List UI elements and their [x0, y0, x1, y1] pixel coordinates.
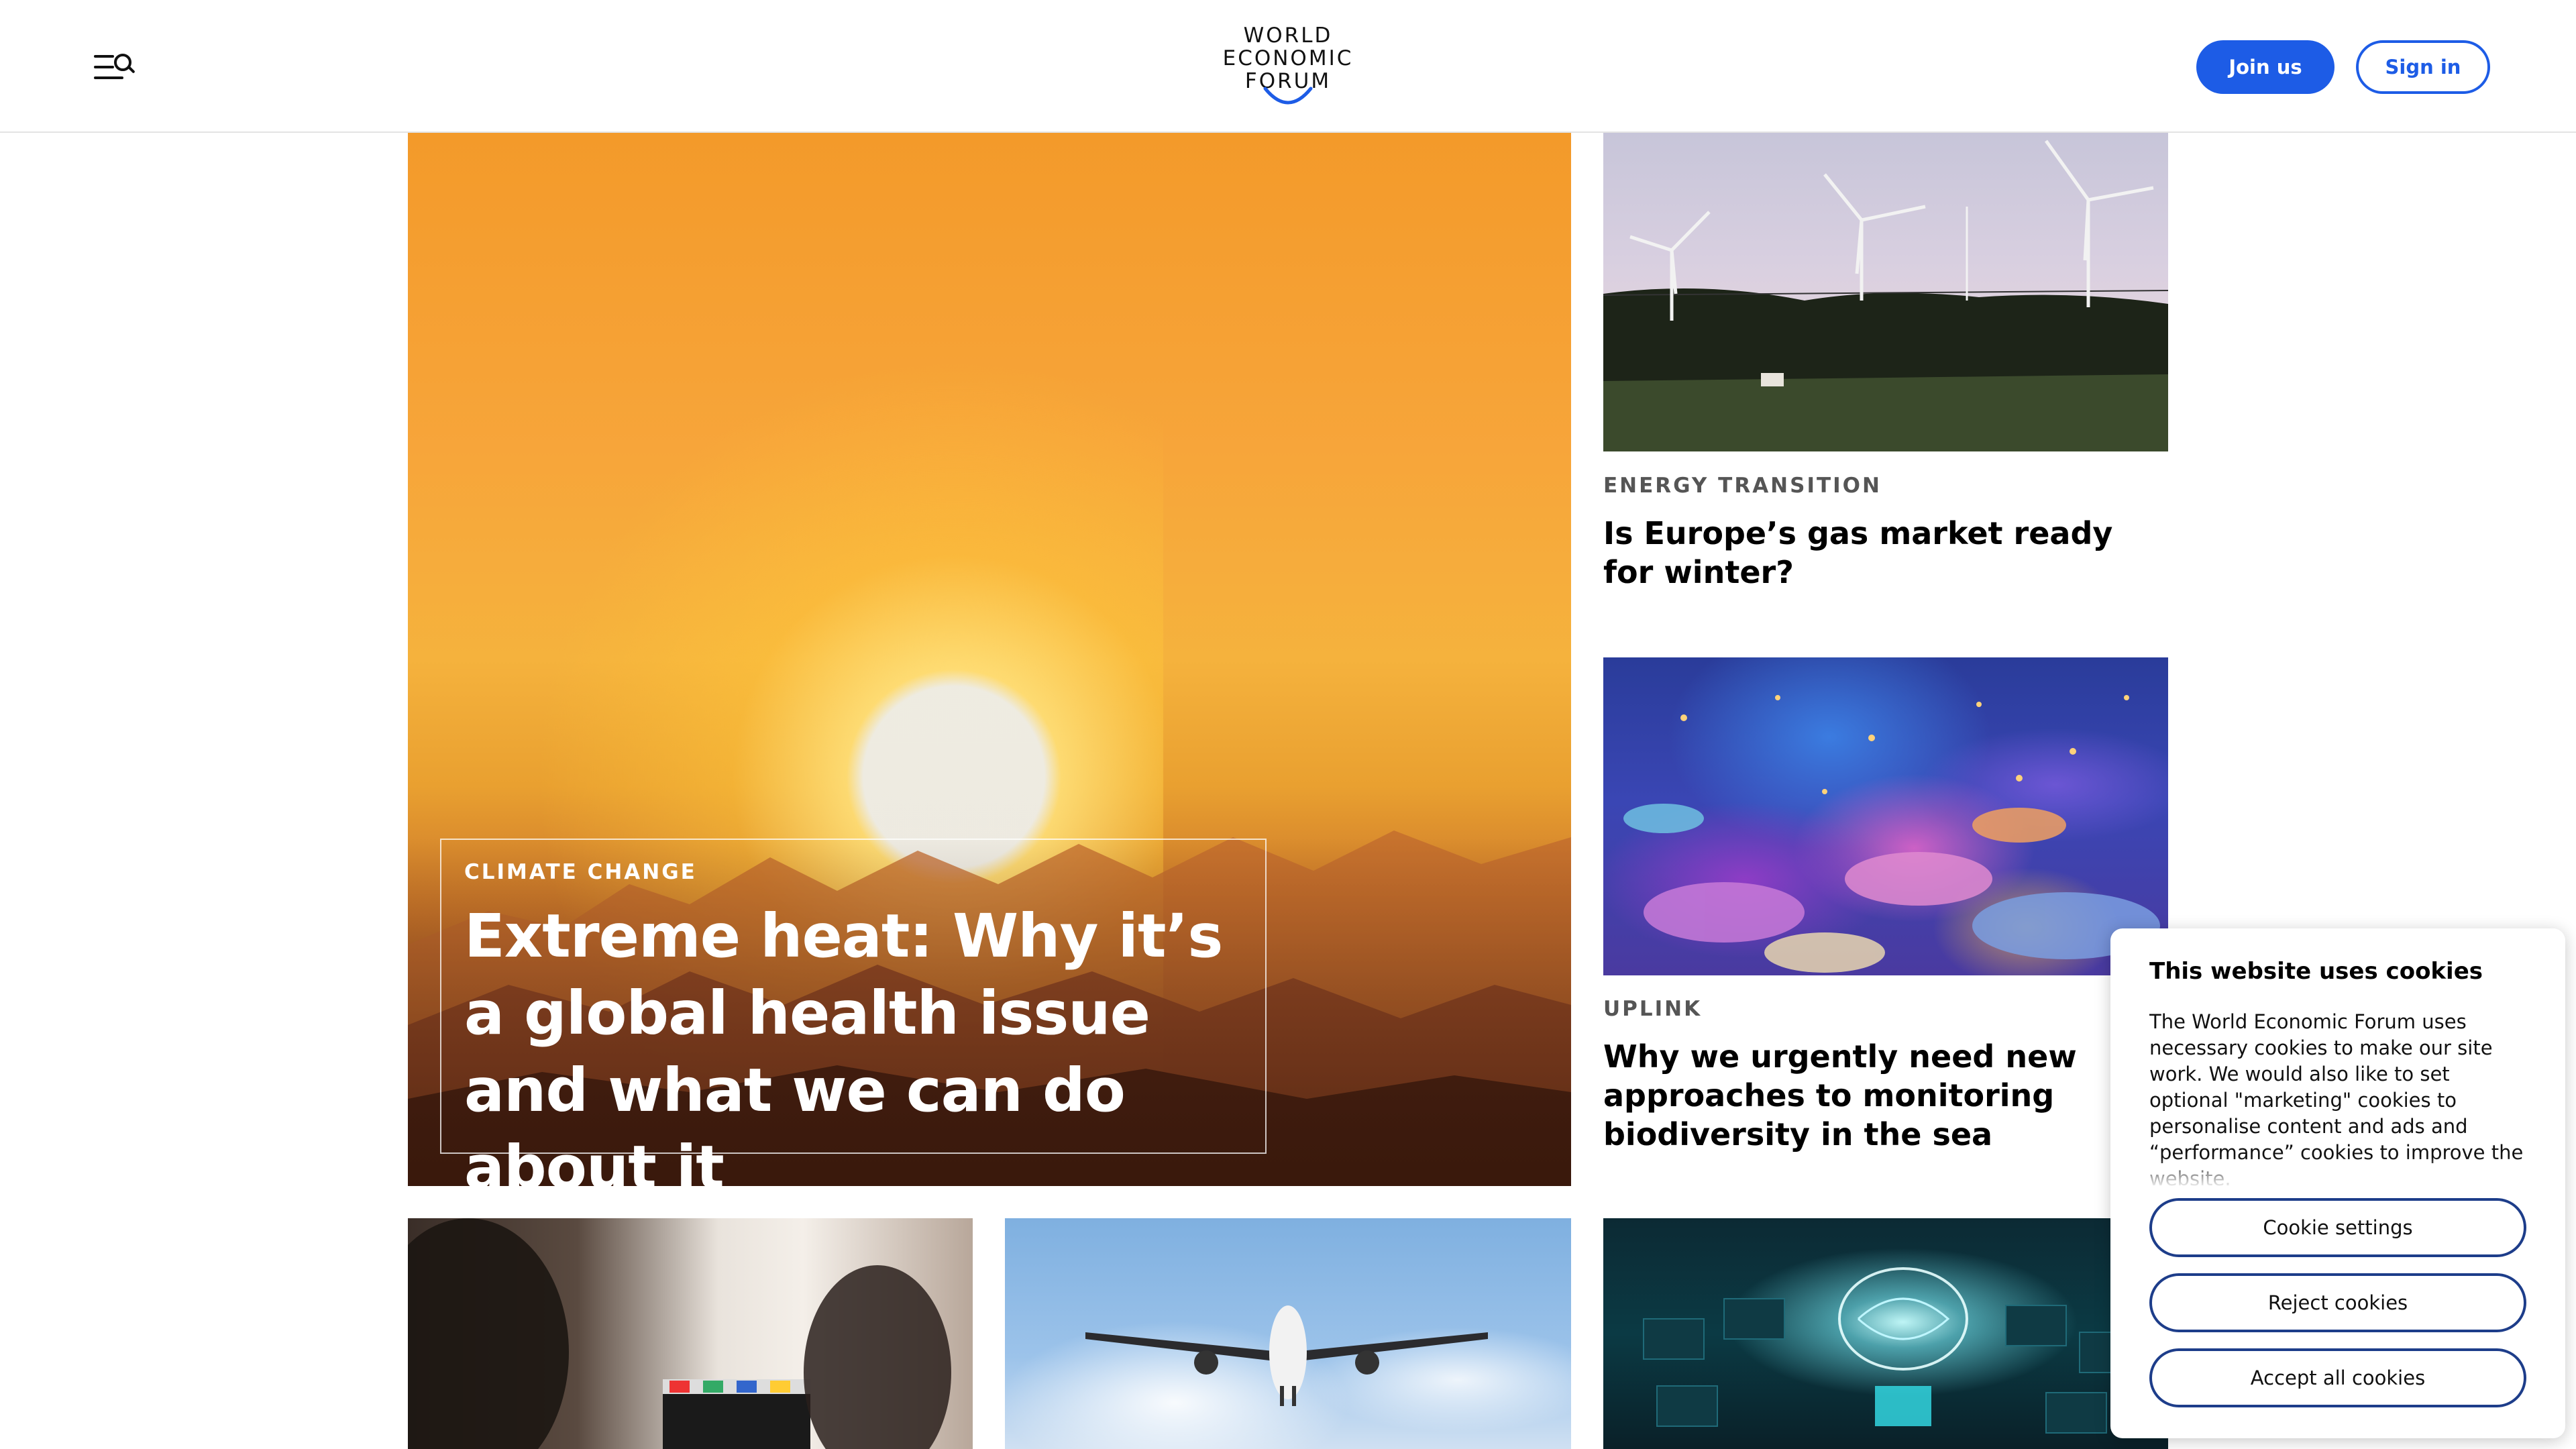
site-header: WORLD ECONOMIC FORUM Join us Sign in	[0, 0, 2576, 133]
hero-text-card: CLIMATE CHANGE Extreme heat: Why it’s a …	[440, 839, 1267, 1186]
accept-all-cookies-button[interactable]: Accept all cookies	[2149, 1348, 2526, 1407]
hero-category[interactable]: CLIMATE CHANGE	[464, 860, 1242, 884]
article-title[interactable]: Why we urgently need new approaches to m…	[1603, 1037, 2113, 1154]
menu-search-icon[interactable]	[94, 52, 136, 82]
wind-turbines-image	[1603, 140, 2168, 451]
menu-line-icon	[94, 66, 114, 68]
article-category[interactable]: ENERGY TRANSITION	[1603, 474, 1882, 498]
reject-cookies-button[interactable]: Reject cookies	[2149, 1273, 2526, 1332]
coral-reef-image	[1623, 695, 2160, 973]
wef-logo[interactable]: WORLD ECONOMIC FORUM	[1208, 24, 1368, 111]
ai-brain-chip-image	[1643, 1267, 2141, 1434]
hero-article[interactable]: CLIMATE CHANGE Extreme heat: Why it’s a …	[408, 133, 1571, 1186]
logo-arc-icon	[1263, 87, 1313, 105]
hero-title[interactable]: Extreme heat: Why it’s a global health i…	[464, 898, 1242, 1186]
menu-line-icon	[94, 76, 123, 79]
article-image-film-clapper[interactable]	[408, 1218, 973, 1449]
join-us-button[interactable]: Join us	[2196, 40, 2334, 94]
menu-line-icon	[94, 55, 114, 58]
sign-in-button[interactable]: Sign in	[2356, 40, 2490, 94]
article-image-ai-brain[interactable]	[1603, 1218, 2168, 1449]
article-image-airplane[interactable]	[1005, 1218, 1571, 1449]
article-image-wind-turbines[interactable]	[1603, 133, 2168, 451]
logo-line: ECONOMIC	[1222, 46, 1354, 70]
article-title[interactable]: Is Europe’s gas market ready for winter?	[1603, 514, 2168, 592]
film-clapper-image	[408, 1218, 951, 1449]
article-category[interactable]: UPLINK	[1603, 997, 1702, 1021]
cookie-title: This website uses cookies	[2149, 958, 2483, 985]
airplane-image	[1085, 1305, 1488, 1406]
search-handle-icon	[127, 66, 136, 74]
article-image-coral-reef[interactable]	[1603, 657, 2168, 975]
logo-line: WORLD	[1243, 23, 1333, 48]
cookie-text-fade	[2149, 1157, 2525, 1189]
cookie-consent-panel: This website uses cookies The World Econ…	[2110, 928, 2565, 1438]
cookie-settings-button[interactable]: Cookie settings	[2149, 1198, 2526, 1257]
